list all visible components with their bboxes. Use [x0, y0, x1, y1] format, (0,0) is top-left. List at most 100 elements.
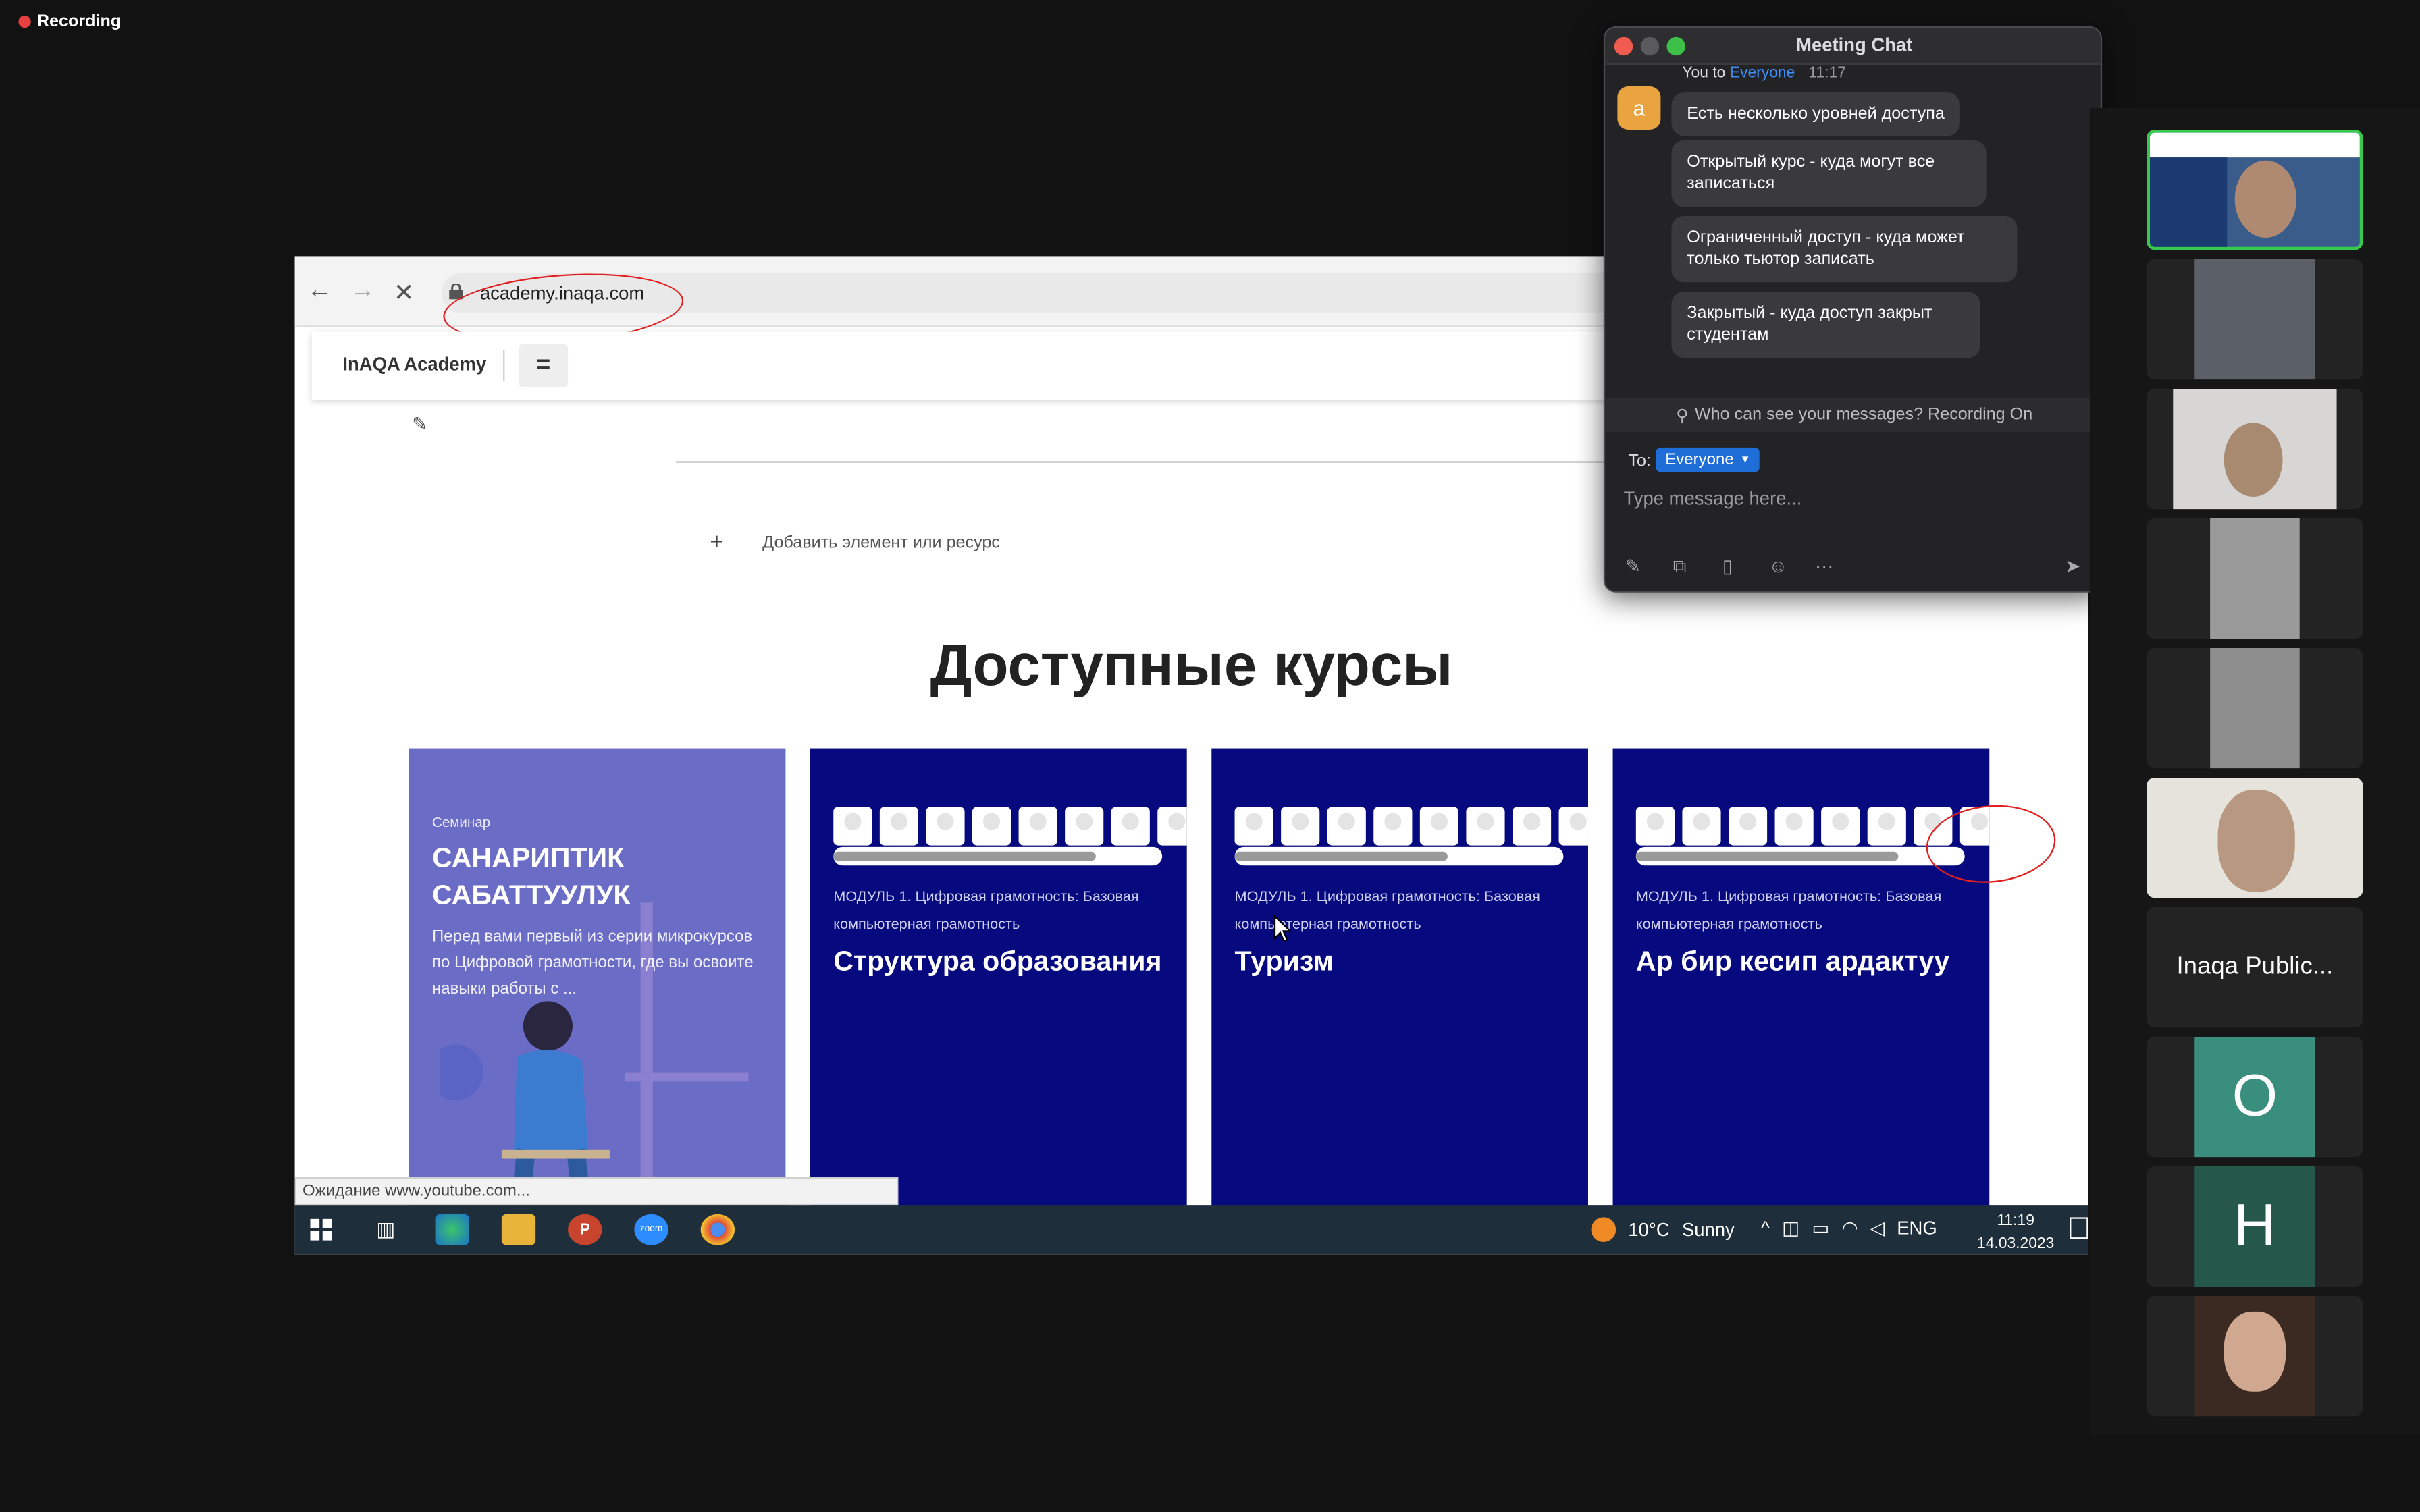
recipient-link[interactable]: Everyone	[1730, 65, 1795, 82]
card-module-label: МОДУЛЬ 1. Цифровая грамотность: Базовая …	[833, 888, 1139, 934]
menu-toggle-button[interactable]: =	[518, 344, 569, 387]
powerpoint-icon[interactable]: P	[568, 1214, 602, 1245]
edge-browser-icon[interactable]	[435, 1214, 469, 1245]
add-element-link[interactable]: Добавить элемент или ресурс	[762, 534, 1000, 552]
visibility-text: Who can see your messages? Recording On	[1694, 406, 2033, 425]
chat-message-input[interactable]	[1623, 481, 2087, 516]
person-icon	[1867, 807, 1906, 846]
participant-video-tile[interactable]	[2147, 259, 2363, 380]
participant-initial-tile[interactable]: O	[2147, 1036, 2363, 1158]
record-dot-icon	[18, 15, 31, 28]
person-icon	[1558, 807, 1588, 846]
participant-video-tile[interactable]	[2147, 647, 2363, 769]
sender-label: You to	[1682, 64, 1726, 82]
meet-icon[interactable]: ◫	[1782, 1217, 1799, 1239]
participant-video-tile[interactable]	[2147, 518, 2363, 639]
recording-indicator: Recording	[18, 12, 122, 31]
course-card[interactable]: МОДУЛЬ 1. Цифровая грамотность: Базовая …	[1612, 748, 1990, 1212]
person-icon	[1157, 807, 1187, 846]
recording-label: Recording	[36, 12, 122, 31]
participant-name: Inaqa Public...	[2176, 953, 2334, 980]
participant-video-tile[interactable]	[2147, 1295, 2363, 1417]
participant-face	[2217, 790, 2295, 892]
course-card[interactable]: МОДУЛЬ 1. Цифровая грамотность: Базовая …	[810, 748, 1187, 1212]
chat-message: Ограниченный доступ - куда может только …	[1671, 215, 2018, 282]
back-arrow-icon[interactable]: ←	[307, 277, 332, 305]
person-icon	[1065, 807, 1104, 846]
course-progress-bar	[1234, 846, 1564, 866]
volume-icon[interactable]: ◁	[1870, 1217, 1885, 1239]
person-icon	[926, 807, 965, 846]
screenshot-icon[interactable]: ⧉	[1673, 556, 1687, 578]
people-icons-row	[1234, 807, 1588, 850]
person-icon	[1774, 807, 1814, 846]
notification-icon[interactable]	[2070, 1217, 2088, 1239]
participant-initial-tile[interactable]: H	[2147, 1166, 2363, 1287]
person-icon	[833, 807, 872, 846]
course-progress-bar	[833, 846, 1163, 866]
person-icon	[1635, 807, 1675, 846]
slide-thumbnail	[2149, 157, 2228, 247]
wifi-icon[interactable]: ◠	[1842, 1217, 1858, 1239]
person-lock-icon: ⚲	[1676, 406, 1689, 425]
progress-fill	[1234, 851, 1448, 861]
plus-icon[interactable]: +	[710, 529, 723, 556]
emoji-icon[interactable]: ☺	[1768, 556, 1787, 577]
forward-arrow-icon[interactable]: →	[350, 277, 375, 305]
progress-fill	[1635, 851, 1899, 861]
participant-video	[2210, 518, 2300, 639]
task-view-icon[interactable]: ▥	[369, 1214, 402, 1245]
chat-message: Есть несколько уровней доступа	[1671, 92, 1960, 136]
course-card[interactable]: МОДУЛЬ 1. Цифровая грамотность: Базовая …	[1211, 748, 1588, 1212]
sun-icon	[1591, 1217, 1616, 1242]
tray-chevron-icon[interactable]: ^	[1761, 1217, 1770, 1239]
format-text-icon[interactable]: ✎	[1625, 556, 1641, 577]
participant-name-tile[interactable]: Inaqa Public...	[2147, 907, 2363, 1028]
site-brand[interactable]: InAQA Academy	[342, 353, 486, 375]
participant-video-tile[interactable]	[2147, 388, 2363, 510]
zoom-app-icon[interactable]: zoom	[634, 1214, 668, 1245]
course-progress-bar	[1635, 846, 1965, 866]
clock[interactable]: 11:19 14.03.2023	[1977, 1210, 2054, 1254]
chrome-icon[interactable]	[700, 1214, 735, 1245]
more-options-icon[interactable]: ···	[1815, 556, 1833, 577]
progress-fill	[833, 851, 1097, 861]
recipient-dropdown[interactable]: Everyone ▼	[1656, 447, 1760, 473]
participant-video-tile[interactable]	[2147, 777, 2363, 898]
participant-initial: O	[2194, 1036, 2315, 1158]
battery-icon[interactable]: ▭	[1812, 1217, 1829, 1239]
weather-desc: Sunny	[1681, 1218, 1735, 1241]
chat-titlebar: Meeting Chat	[1605, 28, 2101, 65]
people-icons-row	[833, 807, 1187, 850]
clock-time: 11:19	[1997, 1212, 2034, 1230]
chat-message: Открытый курс - куда могут все записатьс…	[1671, 140, 1987, 207]
message-meta: You to Everyone 11:17	[1682, 65, 1846, 82]
header-divider	[503, 350, 505, 381]
person-icon	[1018, 807, 1057, 846]
courses-heading: Доступные курсы	[930, 634, 1453, 699]
visibility-notice[interactable]: ⚲ Who can see your messages? Recording O…	[1605, 398, 2101, 432]
card-title: Ар бир кесип ардактуу	[1635, 946, 1950, 977]
stop-loading-icon[interactable]: ✕	[394, 277, 415, 308]
card-title: Туризм	[1234, 946, 1334, 977]
language-indicator[interactable]: ENG	[1897, 1217, 1937, 1239]
file-explorer-icon[interactable]	[501, 1214, 536, 1245]
participants-panel: Inaqa Public... O H	[2089, 107, 2420, 1435]
weather-widget[interactable]: 10°C Sunny	[1591, 1217, 1735, 1242]
participant-face	[2224, 1311, 2286, 1392]
participant-video	[2194, 259, 2315, 380]
person-icon	[1682, 807, 1721, 846]
course-card[interactable]: Семинар САНАРИПТИК САБАТТУУЛУК Перед вам…	[409, 748, 786, 1212]
clock-date: 14.03.2023	[1976, 1235, 2055, 1253]
file-icon[interactable]: ▯	[1722, 556, 1733, 577]
card-title: САНАРИПТИК САБАТТУУЛУК	[431, 842, 631, 911]
chat-message: Закрытый - куда доступ закрыт студентам	[1671, 291, 1980, 358]
person-icon	[1281, 807, 1320, 846]
edit-pencil-icon[interactable]: ✎	[412, 414, 427, 435]
send-icon[interactable]: ➤	[2065, 556, 2080, 577]
participant-video-tile[interactable]	[2147, 129, 2363, 250]
person-icon	[1111, 807, 1150, 846]
windows-start-icon[interactable]	[304, 1214, 338, 1245]
chat-title: Meeting Chat	[1796, 34, 1913, 56]
caret-down-icon: ▼	[1739, 454, 1751, 466]
